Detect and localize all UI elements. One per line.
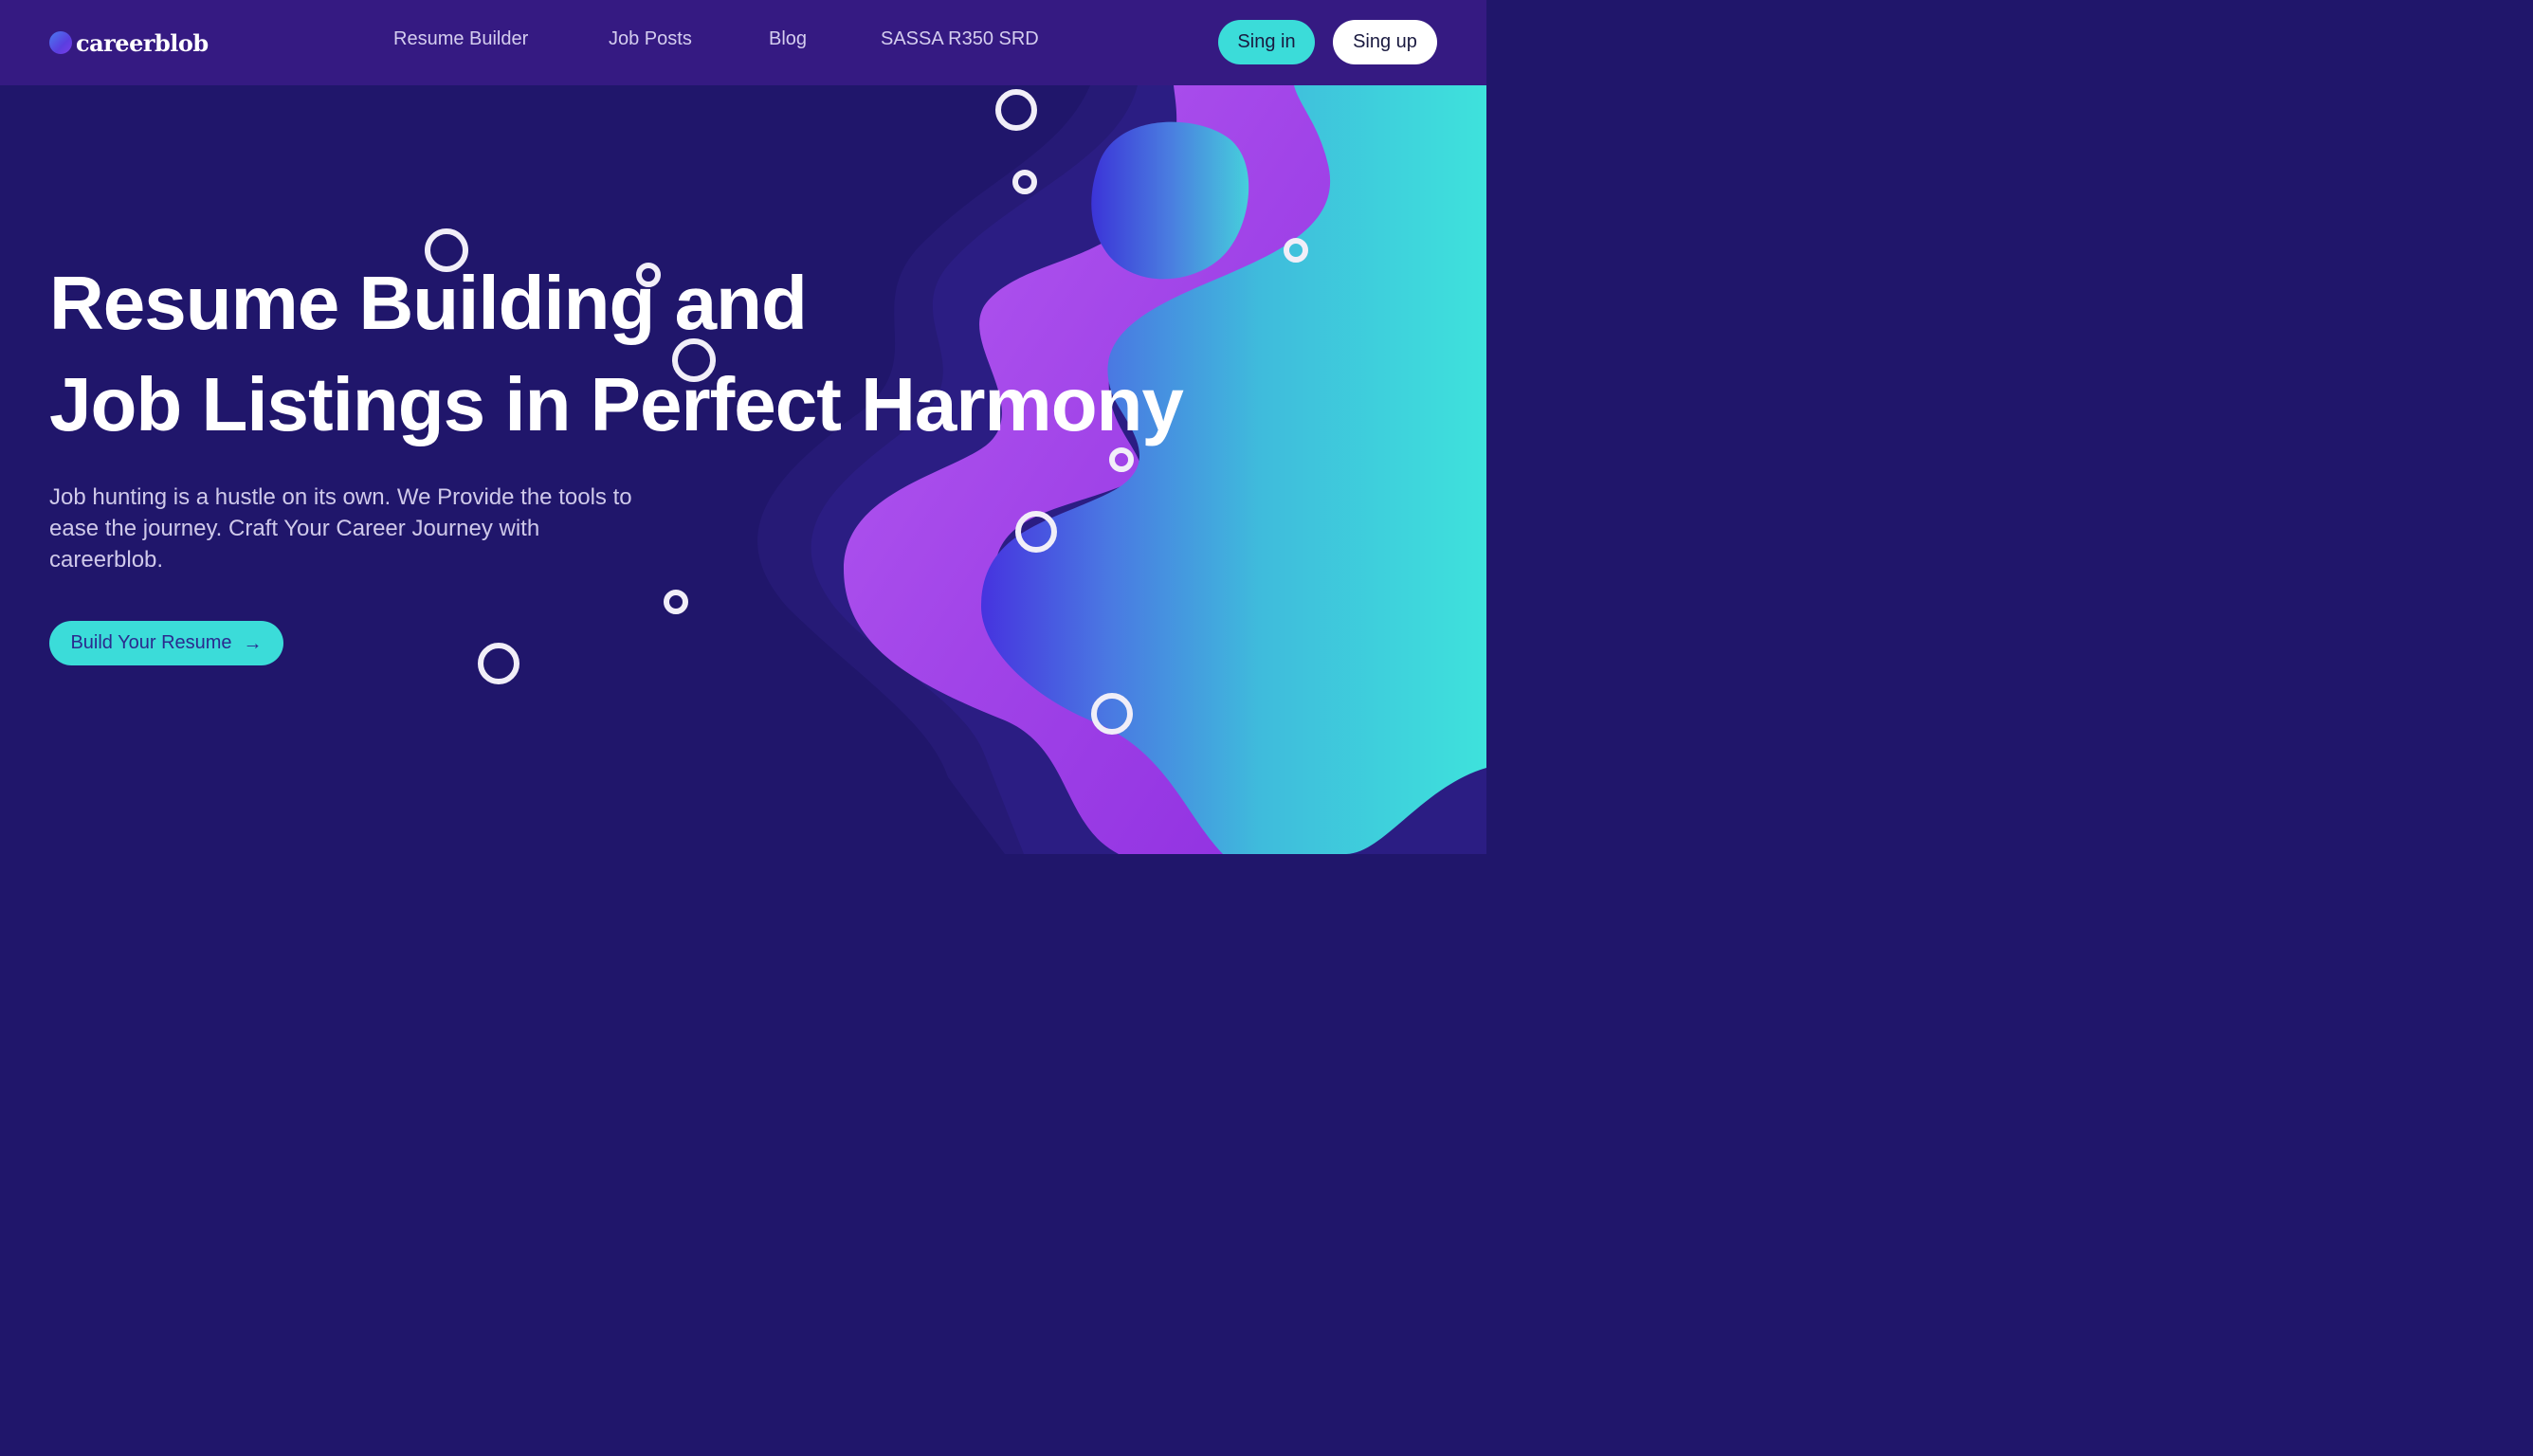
top-navbar: careerblob Resume Builder Job Posts Blog… — [0, 0, 1486, 85]
nav-link-sassa[interactable]: SASSA R350 SRD — [881, 28, 1039, 50]
hero-title-line-1: Resume Building and — [49, 261, 808, 345]
logo-icon — [49, 31, 72, 54]
nav-link-blog[interactable]: Blog — [769, 28, 807, 50]
signin-button[interactable]: Sing in — [1218, 20, 1315, 64]
logo[interactable]: careerblob — [49, 27, 209, 59]
signup-button[interactable]: Sing up — [1333, 20, 1437, 64]
logo-text: careerblob — [76, 28, 209, 57]
build-resume-label: Build Your Resume — [70, 632, 232, 653]
arrow-right-icon: → — [243, 632, 263, 654]
hero-description: Job hunting is a hustle on its own. We P… — [49, 484, 632, 573]
hero-title: Resume Building and Job Listings in Perf… — [49, 252, 1184, 455]
build-resume-button[interactable]: Build Your Resume → — [49, 621, 283, 665]
nav-link-resume-builder[interactable]: Resume Builder — [393, 28, 528, 50]
nav-link-job-posts[interactable]: Job Posts — [609, 28, 692, 50]
hero-title-line-2: Job Listings in Perfect Harmony — [49, 362, 1184, 446]
